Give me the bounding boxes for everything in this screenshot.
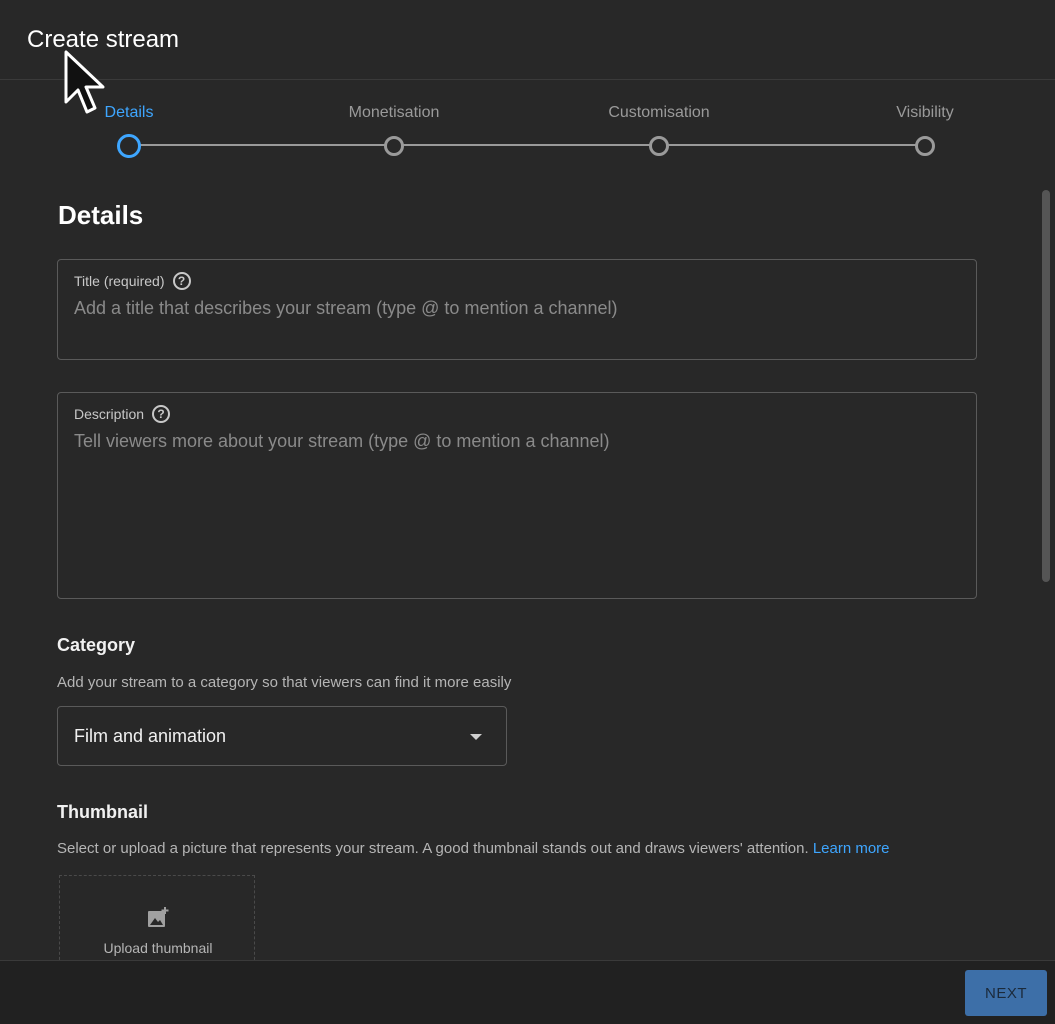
next-button[interactable]: NEXT [965,970,1047,1016]
thumbnail-heading: Thumbnail [57,802,148,822]
help-circle-icon[interactable]: ? [152,405,171,423]
title-input[interactable] [74,298,954,319]
category-select[interactable]: Film and animation [57,706,507,766]
dialog-footer [0,960,1055,1024]
step-monetisation-dot[interactable] [384,136,404,156]
step-visibility-dot[interactable] [915,136,935,156]
step-details-label[interactable]: Details [105,104,154,122]
description-field-label: Description [74,406,145,422]
step-customisation-label[interactable]: Customisation [608,104,709,122]
scrollbar[interactable] [1042,190,1050,582]
progress-stepper: Details Monetisation Customisation Visib… [0,96,1055,166]
description-field[interactable]: Description ? [57,392,977,599]
category-description: Add your stream to a category so that vi… [57,674,512,691]
category-selected-value: Film and animation [74,726,227,746]
chevron-down-icon [470,734,482,740]
thumbnail-description-row: Select or upload a picture that represen… [57,840,890,857]
step-details-dot[interactable] [117,134,141,158]
thumbnail-description: Select or upload a picture that represen… [57,840,809,857]
description-input[interactable] [74,431,954,581]
stepper-line [128,144,925,146]
section-heading: Details [58,200,144,230]
title-field-label: Title (required) [74,273,165,289]
step-visibility-label[interactable]: Visibility [896,104,954,122]
help-circle-icon[interactable]: ? [172,272,191,290]
description-field-label-row: Description ? [74,405,171,423]
upload-thumbnail-button[interactable]: Upload thumbnail [59,875,255,965]
add-photo-icon [148,907,169,927]
mouse-cursor-icon [64,50,105,114]
title-field-label-row: Title (required) ? [74,272,191,290]
upload-thumbnail-label: Upload thumbnail [103,940,213,956]
step-customisation-dot[interactable] [649,136,669,156]
dialog-header: Create stream [0,0,1055,80]
title-field[interactable]: Title (required) ? [57,259,977,360]
learn-more-link[interactable]: Learn more [813,840,890,857]
category-heading: Category [57,635,136,655]
step-monetisation-label[interactable]: Monetisation [349,104,440,122]
